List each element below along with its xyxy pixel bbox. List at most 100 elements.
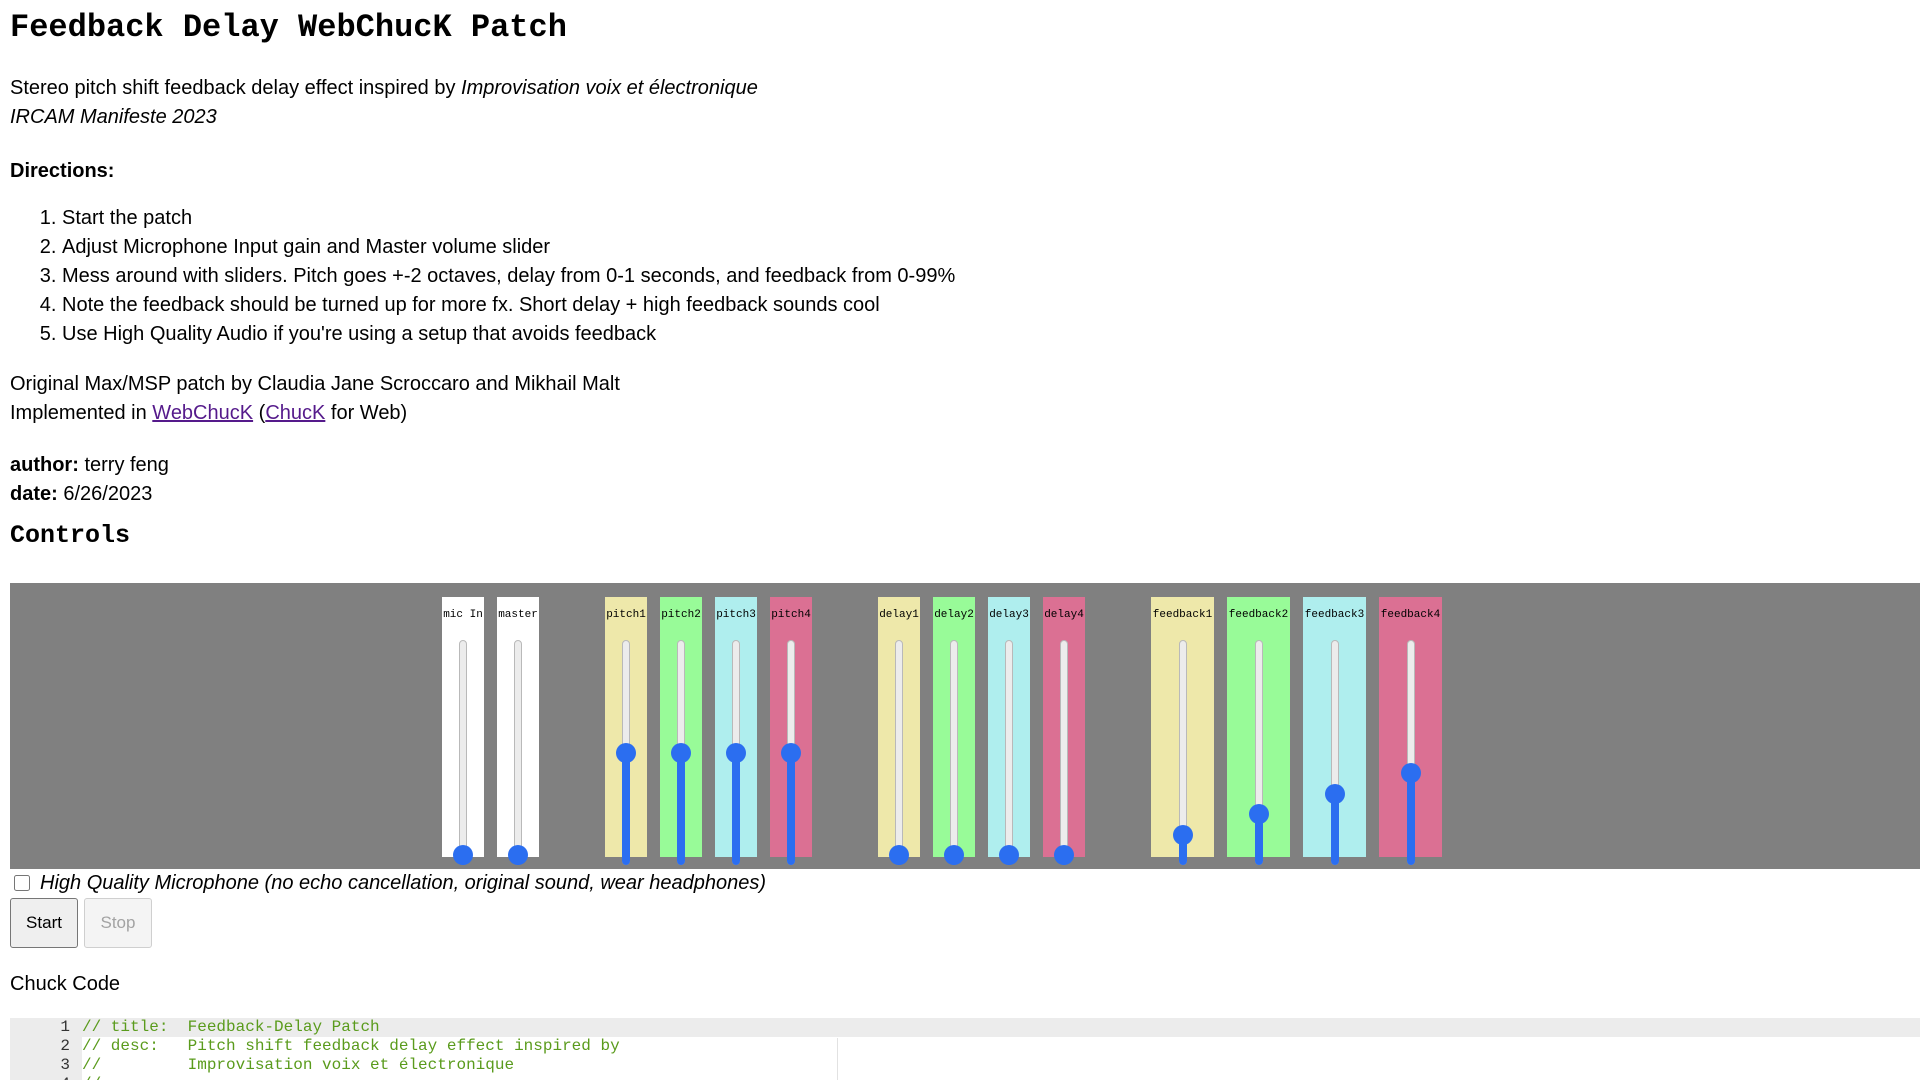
- line-number: 4: [10, 1075, 82, 1080]
- slider-label: master: [498, 609, 538, 621]
- author-label: author:: [10, 454, 79, 476]
- slider-label: mic In: [443, 609, 483, 621]
- code-text: // Improvisation voix et électronique: [82, 1056, 515, 1074]
- hq-microphone-checkbox[interactable]: [14, 875, 30, 891]
- slider-track[interactable]: [1324, 640, 1345, 865]
- slider-thumb[interactable]: [1248, 804, 1269, 824]
- credits-paren: (: [253, 402, 266, 424]
- slider-track[interactable]: [1248, 640, 1269, 865]
- meta: author: terry feng date: 6/26/2023: [10, 451, 1920, 509]
- slider-feedback1: feedback1: [1151, 597, 1214, 865]
- code-line: 3 // Improvisation voix et électronique: [10, 1056, 1920, 1075]
- slider-thumb[interactable]: [889, 845, 909, 865]
- slider-thumb[interactable]: [944, 845, 964, 865]
- slider-thumb[interactable]: [616, 742, 636, 763]
- slider-label: feedback2: [1228, 609, 1289, 621]
- description-work-title: Improvisation voix et électronique: [461, 77, 758, 99]
- slider-thumb[interactable]: [1172, 824, 1193, 845]
- line-number: 3: [10, 1056, 82, 1075]
- slider-label: feedback4: [1380, 609, 1441, 621]
- slider-track[interactable]: [616, 640, 636, 865]
- credits: Original Max/MSP patch by Claudia Jane S…: [10, 370, 1920, 428]
- code-title: Chuck Code: [10, 973, 121, 995]
- slider-thumb[interactable]: [1400, 763, 1421, 783]
- slider-track[interactable]: [726, 640, 746, 865]
- slider-track[interactable]: [999, 640, 1019, 865]
- slider-label: delay3: [989, 609, 1029, 621]
- code-text: // desc: Pitch shift feedback delay effe…: [82, 1037, 620, 1055]
- date-value: 6/26/2023: [57, 483, 153, 505]
- slider-fill: [622, 750, 630, 865]
- code-editor[interactable]: 1 // title: Feedback-Delay Patch 2 // de…: [10, 1018, 1920, 1080]
- slider-pitch4: pitch4: [770, 597, 812, 865]
- slider-label: delay1: [879, 609, 919, 621]
- code-ruler: [837, 1038, 838, 1080]
- slider-label: pitch2: [661, 609, 701, 621]
- slider-pitch1: pitch1: [605, 597, 647, 865]
- page-title: Feedback Delay WebChucK Patch: [10, 9, 567, 46]
- slider-track[interactable]: [1400, 640, 1421, 865]
- slider-thumb[interactable]: [453, 845, 473, 865]
- slider-pitch2: pitch2: [660, 597, 702, 865]
- slider-label: delay2: [934, 609, 974, 621]
- slider-track[interactable]: [671, 640, 691, 865]
- slider-thumb[interactable]: [671, 742, 691, 763]
- line-number: 2: [10, 1037, 82, 1056]
- code-line: 4 //: [10, 1075, 1920, 1080]
- slider-label: pitch3: [716, 609, 756, 621]
- webchuck-link[interactable]: WebChucK: [152, 402, 253, 424]
- slider-track[interactable]: [781, 640, 801, 865]
- slider-master: master: [497, 597, 539, 865]
- slider-label: delay4: [1044, 609, 1084, 621]
- slider-thumb[interactable]: [1054, 845, 1074, 865]
- directions-heading: Directions:: [10, 160, 115, 182]
- slider-thumb[interactable]: [999, 845, 1019, 865]
- slider-label: feedback3: [1304, 609, 1365, 621]
- start-button[interactable]: Start: [10, 898, 78, 948]
- slider-thumb[interactable]: [781, 742, 801, 763]
- hq-microphone-row: High Quality Microphone (no echo cancell…: [14, 871, 766, 895]
- description: Stereo pitch shift feedback delay effect…: [10, 74, 1920, 132]
- slider-label: pitch1: [606, 609, 646, 621]
- controls-heading: Controls: [10, 521, 131, 550]
- slider-fill: [677, 750, 685, 865]
- slider-delay3: delay3: [988, 597, 1030, 865]
- slider-delay4: delay4: [1043, 597, 1085, 865]
- code-line: 2 // desc: Pitch shift feedback delay ef…: [10, 1037, 1920, 1056]
- slider-label: feedback1: [1152, 609, 1213, 621]
- stop-button[interactable]: Stop: [84, 898, 152, 948]
- directions-item: Mess around with sliders. Pitch goes +-2…: [62, 262, 1920, 291]
- directions-item: Adjust Microphone Input gain and Master …: [62, 233, 1920, 262]
- code-text: //: [82, 1075, 101, 1080]
- directions-list: Start the patch Adjust Microphone Input …: [10, 204, 1920, 349]
- directions-item: Start the patch: [62, 204, 1920, 233]
- slider-track[interactable]: [889, 640, 909, 865]
- controls-panel: mic In master pitch1 pitch2 pitch3 pitch4 dela…: [10, 583, 1920, 869]
- slider-feedback2: feedback2: [1227, 597, 1290, 865]
- slider-fill: [1406, 771, 1415, 865]
- slider-thumb[interactable]: [508, 845, 528, 865]
- line-number: 1: [10, 1018, 82, 1037]
- slider-thumb[interactable]: [1324, 783, 1345, 804]
- directions-item: Note the feedback should be turned up fo…: [62, 291, 1920, 320]
- chuck-link[interactable]: ChucK: [265, 402, 325, 424]
- page: Feedback Delay WebChucK Patch Stereo pit…: [0, 0, 1920, 551]
- description-text: Stereo pitch shift feedback delay effect…: [10, 77, 462, 99]
- author-value: terry feng: [78, 454, 169, 476]
- directions-item: Use High Quality Audio if you're using a…: [62, 320, 1920, 349]
- slider-track[interactable]: [1054, 640, 1074, 865]
- credits-impl-suffix: for Web): [325, 402, 408, 424]
- slider-fill: [732, 750, 740, 865]
- slider-delay1: delay1: [878, 597, 920, 865]
- slider-thumb[interactable]: [726, 742, 746, 763]
- slider-delay2: delay2: [933, 597, 975, 865]
- slider-fill: [787, 750, 795, 865]
- slider-track[interactable]: [508, 640, 528, 865]
- slider-track[interactable]: [453, 640, 473, 865]
- slider-feedback3: feedback3: [1303, 597, 1366, 865]
- slider-track[interactable]: [1172, 640, 1193, 865]
- slider-track[interactable]: [944, 640, 964, 865]
- code-text: // title: Feedback-Delay Patch: [82, 1018, 380, 1036]
- credits-impl-prefix: Implemented in: [10, 402, 153, 424]
- hq-microphone-label[interactable]: High Quality Microphone (no echo cancell…: [40, 871, 766, 895]
